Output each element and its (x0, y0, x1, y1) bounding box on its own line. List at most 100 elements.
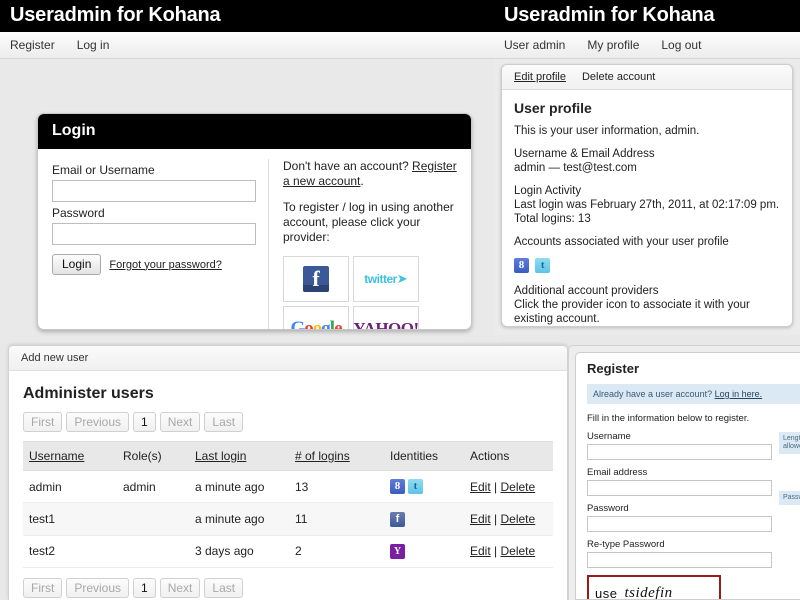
delete-link[interactable]: Delete (501, 544, 536, 558)
delete-link[interactable]: Delete (501, 480, 536, 494)
cell-roles (117, 535, 189, 567)
cell-last-login: a minute ago (189, 503, 289, 535)
google-identity-icon[interactable]: 8 (514, 258, 529, 273)
edit-link[interactable]: Edit (470, 512, 491, 526)
no-account-text: Don't have an account? Register a new ac… (283, 159, 457, 189)
pager-last-button[interactable]: Last (204, 412, 243, 432)
pager-first-button[interactable]: First (23, 412, 62, 432)
cell-logins: 2 (289, 535, 384, 567)
nav-item-login[interactable]: Log in (77, 38, 110, 52)
cell-username: test1 (23, 503, 117, 535)
register-email-input[interactable] (587, 480, 772, 496)
cell-identities: f (384, 503, 464, 535)
cell-logins: 11 (289, 503, 384, 535)
nav-item-log-out[interactable]: Log out (661, 38, 701, 52)
nav-item-my-profile[interactable]: My profile (587, 38, 639, 52)
pager-previous-button-bottom[interactable]: Previous (66, 578, 129, 598)
login-here-link[interactable]: Log in here. (715, 389, 763, 399)
column-identities: Identities (384, 442, 464, 471)
register-retype-password-label: Re-type Password (587, 539, 800, 550)
cell-roles: admin (117, 471, 189, 503)
yahoo-identity-icon[interactable]: Y (390, 544, 405, 559)
column-actions: Actions (464, 442, 553, 471)
register-username-label: Username (587, 431, 800, 442)
cell-roles (117, 503, 189, 535)
recaptcha-widget: usetsidefin Type the two words: ↻ ♫ ? re… (587, 575, 721, 600)
pager-previous-button[interactable]: Previous (66, 412, 129, 432)
register-password-input[interactable] (587, 516, 772, 532)
register-retype-password-input[interactable] (587, 552, 772, 568)
profile-account-block: Username & Email Address admin — test@te… (514, 147, 780, 175)
table-row: admin admin a minute ago 13 8t Edit | De… (23, 471, 553, 503)
register-password-label: Password (587, 503, 800, 514)
no-account-suffix: . (360, 174, 363, 188)
password-input[interactable] (52, 223, 256, 245)
provider-intro-text: To register / log in using another accou… (283, 200, 457, 245)
login-panel-body: Email or Username Password Login Forgot … (38, 149, 471, 330)
profile-panel: Edit profile Delete account User profile… (501, 64, 793, 327)
pager-next-button-bottom[interactable]: Next (160, 578, 201, 598)
pager-next-button[interactable]: Next (160, 412, 201, 432)
cell-identities: Y (384, 535, 464, 567)
provider-twitter-button[interactable]: twitter➤ (353, 256, 419, 302)
captcha-word-two: tsidefin (624, 585, 672, 600)
provider-google-button[interactable]: Google (283, 306, 349, 330)
cell-last-login: 3 days ago (189, 535, 289, 567)
action-separator: | (494, 544, 497, 558)
facebook-identity-icon[interactable]: f (390, 512, 405, 527)
pager-first-button-bottom[interactable]: First (23, 578, 62, 598)
column-roles: Role(s) (117, 442, 189, 471)
twitter-icon: twitter➤ (364, 271, 407, 287)
register-username-input[interactable] (587, 444, 772, 460)
login-button[interactable]: Login (52, 254, 101, 275)
login-submit-row: Login Forgot your password? (52, 254, 256, 275)
login-panel: Login Email or Username Password Login F… (37, 113, 472, 330)
nav-item-user-admin[interactable]: User admin (504, 38, 565, 52)
column-username-sort-link[interactable]: Username (29, 449, 84, 463)
profile-window-navbar: User admin My profile Log out (494, 32, 800, 59)
forgot-password-link[interactable]: Forgot your password? (109, 259, 222, 271)
twitter-identity-icon[interactable]: t (535, 258, 550, 273)
cell-actions: Edit | Delete (464, 535, 553, 567)
cell-actions: Edit | Delete (464, 503, 553, 535)
column-logins-sort-link[interactable]: # of logins (295, 449, 350, 463)
register-panel: Register Already have a user account? Lo… (575, 352, 800, 600)
register-window: Register Already have a user account? Lo… (568, 345, 800, 600)
google-identity-icon[interactable]: 8 (390, 479, 405, 494)
delete-link[interactable]: Delete (501, 512, 536, 526)
edit-link[interactable]: Edit (470, 544, 491, 558)
tab-delete-account[interactable]: Delete account (582, 71, 655, 83)
edit-link[interactable]: Edit (470, 480, 491, 494)
account-value: admin — test@test.com (514, 162, 637, 174)
login-window-navbar: Register Log in (0, 32, 500, 59)
users-table-header-row: Username Role(s) Last login # of logins … (23, 442, 553, 471)
pager-last-button-bottom[interactable]: Last (204, 578, 243, 598)
cell-actions: Edit | Delete (464, 471, 553, 503)
column-username: Username (23, 442, 117, 471)
pager-page-1-button-bottom[interactable]: 1 (133, 578, 156, 598)
login-providers-column: Don't have an account? Register a new ac… (269, 159, 457, 330)
column-last-login: Last login (189, 442, 289, 471)
additional-providers-label: Additional account providers (514, 285, 658, 297)
provider-facebook-button[interactable]: f (283, 256, 349, 302)
email-input[interactable] (52, 180, 256, 202)
action-separator: | (494, 480, 497, 494)
column-logins: # of logins (289, 442, 384, 471)
yahoo-icon: YAHOO! (353, 319, 418, 330)
column-last-login-sort-link[interactable]: Last login (195, 449, 246, 463)
cell-logins: 13 (289, 471, 384, 503)
users-content: Administer users First Previous 1 Next L… (9, 371, 567, 600)
profile-intro: This is your user information, admin. (514, 124, 780, 138)
total-logins-text: Total logins: 13 (514, 213, 591, 225)
add-new-user-link[interactable]: Add new user (21, 352, 88, 364)
cell-username: admin (23, 471, 117, 503)
provider-yahoo-button[interactable]: YAHOO! (353, 306, 419, 330)
twitter-identity-icon[interactable]: t (408, 479, 423, 494)
login-form: Email or Username Password Login Forgot … (52, 159, 269, 330)
already-account-notice: Already have a user account? Log in here… (587, 384, 800, 404)
pager-page-1-button[interactable]: 1 (133, 412, 156, 432)
password-tooltip: Password (779, 491, 800, 505)
captcha-word-one: use (595, 586, 617, 600)
tab-edit-profile[interactable]: Edit profile (514, 71, 566, 83)
nav-item-register[interactable]: Register (10, 38, 55, 52)
